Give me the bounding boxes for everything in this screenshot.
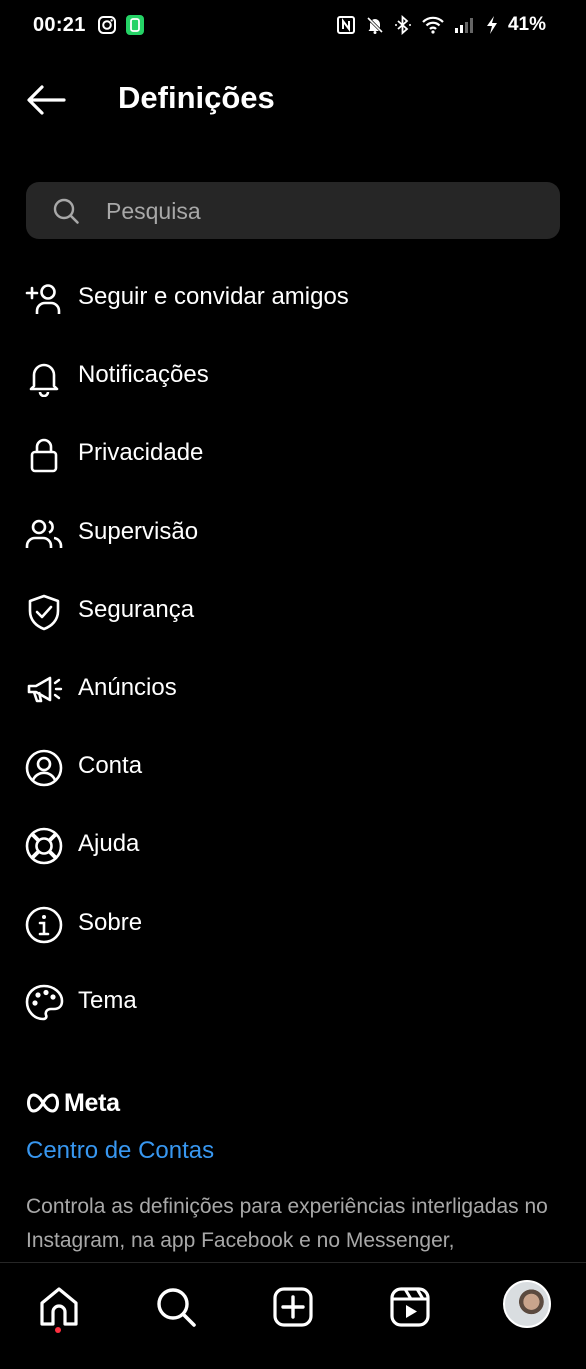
meta-logo: Meta (26, 1088, 120, 1118)
messaging-notification-icon (126, 15, 144, 35)
bluetooth-icon (394, 15, 411, 35)
signal-icon (454, 18, 473, 33)
search-input[interactable] (104, 182, 538, 241)
meta-logo-text: Meta (64, 1088, 120, 1117)
lock-icon (30, 439, 58, 473)
meta-infinity-icon (26, 1093, 60, 1113)
arrow-left-icon (27, 85, 66, 115)
back-button[interactable] (26, 84, 66, 116)
nav-search-button[interactable] (152, 1283, 200, 1331)
menu-item-label: Ajuda (78, 830, 140, 858)
add-person-icon (25, 284, 61, 314)
status-bar: 00:21 41% (0, 0, 586, 52)
bottom-nav (0, 1262, 586, 1369)
menu-item-follow-invite[interactable]: Seguir e convidar amigos (0, 259, 586, 337)
charging-icon (486, 16, 497, 34)
wifi-icon (422, 16, 444, 34)
accounts-center-description: Controla as definições para experiências… (26, 1195, 548, 1252)
account-circle-icon (25, 749, 63, 787)
accounts-center-link[interactable]: Centro de Contas (26, 1137, 214, 1165)
people-icon (25, 519, 63, 548)
instagram-notification-icon (98, 16, 116, 34)
create-icon (273, 1287, 313, 1327)
search-icon (157, 1288, 196, 1327)
profile-avatar[interactable] (503, 1280, 551, 1328)
menu-item-label: Segurança (78, 595, 195, 623)
status-time: 00:21 (33, 14, 86, 36)
menu-item-label: Supervisão (78, 517, 199, 545)
menu-item-label: Seguir e convidar amigos (78, 283, 349, 310)
mute-bell-icon (366, 16, 384, 34)
search-icon (53, 198, 79, 224)
info-icon (25, 906, 63, 943)
menu-item-label: Tema (78, 986, 137, 1014)
menu-item-account[interactable]: Conta (0, 728, 586, 806)
nav-home-button[interactable] (35, 1283, 83, 1331)
bell-icon (29, 363, 59, 398)
palette-icon (25, 984, 64, 1020)
menu-item-help[interactable]: Ajuda (0, 806, 586, 884)
nfc-icon (336, 16, 355, 34)
menu-item-notifications[interactable]: Notificações (0, 337, 586, 415)
megaphone-icon (27, 676, 63, 703)
lifebuoy-icon (25, 828, 63, 865)
settings-menu: Seguir e convidar amigos Notificações Pr… (0, 259, 586, 1041)
shield-icon (28, 594, 60, 631)
header: Definições (0, 70, 586, 130)
home-icon (40, 1287, 78, 1326)
menu-item-label: Conta (78, 752, 143, 780)
menu-item-ads[interactable]: Anúncios (0, 650, 586, 728)
notification-dot (55, 1327, 61, 1333)
nav-create-button[interactable] (269, 1283, 317, 1331)
page-title: Definições (118, 80, 275, 115)
menu-item-about[interactable]: Sobre (0, 885, 586, 963)
search-bar[interactable] (26, 182, 560, 241)
menu-item-privacy[interactable]: Privacidade (0, 415, 586, 493)
battery-level: 41% (507, 14, 546, 35)
menu-item-theme[interactable]: Tema (0, 963, 586, 1041)
menu-item-supervision[interactable]: Supervisão (0, 494, 586, 572)
nav-reels-button[interactable] (386, 1283, 434, 1331)
menu-item-label: Anúncios (78, 673, 177, 701)
menu-item-label: Sobre (78, 908, 143, 936)
reels-icon (390, 1287, 430, 1327)
menu-item-security[interactable]: Segurança (0, 572, 586, 650)
menu-item-label: Notificações (78, 361, 209, 389)
menu-item-label: Privacidade (78, 439, 204, 467)
